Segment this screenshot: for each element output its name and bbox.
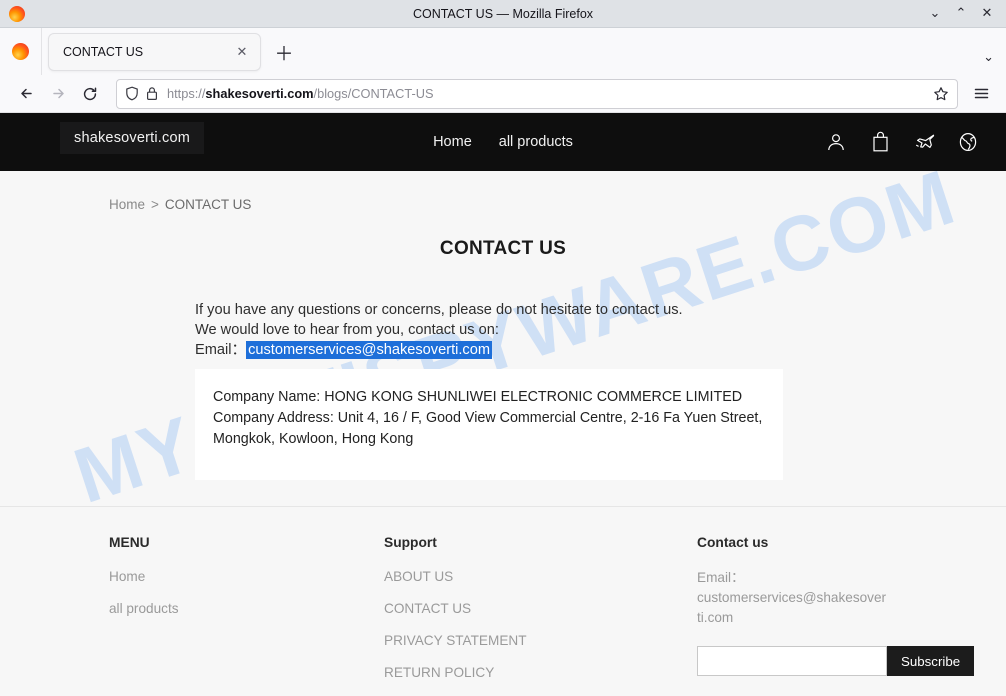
header-icon-group [824, 130, 980, 154]
company-address: Company Address: Unit 4, 16 / F, Good Vi… [213, 410, 763, 447]
account-icon[interactable] [824, 130, 848, 154]
footer-menu-heading: MENU [109, 535, 150, 550]
email-label: Email： [195, 342, 247, 358]
url-path: /blogs/CONTACT-US [313, 86, 434, 101]
contact-intro-line-2: We would love to hear from you, contact … [195, 322, 499, 338]
footer-link-privacy-statement[interactable]: PRIVACY STATEMENT [384, 633, 527, 648]
breadcrumb-current: CONTACT US [164, 197, 252, 212]
subscribe-form: Subscribe [697, 646, 975, 676]
footer-contact-heading: Contact us [697, 535, 769, 550]
tab-strip: CONTACT US ✕ ＋ ⌄ [0, 28, 1006, 75]
company-name: Company Name: HONG KONG SHUNLIWEI ELECTR… [213, 389, 743, 405]
footer-menu-list: Home all products [109, 568, 384, 618]
address-bar[interactable]: https://shakesoverti.com/blogs/CONTACT-U… [116, 78, 958, 109]
footer-support-heading: Support [384, 535, 437, 550]
lock-icon[interactable] [146, 86, 158, 101]
contact-intro-line-1: If you have any questions or concerns, p… [195, 302, 683, 318]
browser-toolbar: https://shakesoverti.com/blogs/CONTACT-U… [0, 75, 1006, 113]
url-host: shakesoverti.com [205, 86, 314, 101]
footer-column-menu: MENU Home all products [109, 535, 384, 696]
url-text[interactable]: https://shakesoverti.com/blogs/CONTACT-U… [165, 86, 926, 101]
shield-icon[interactable] [125, 86, 139, 101]
company-info-box: Company Name: HONG KONG SHUNLIWEI ELECTR… [195, 369, 783, 480]
window-controls: ⌄ ⌃ ✕ [922, 0, 1006, 28]
site-footer: MENU Home all products Support ABOUT US … [0, 506, 1006, 696]
close-window-button[interactable]: ✕ [974, 1, 1000, 27]
contact-email-line: Email： customerservices@shakesoverti.com [195, 340, 785, 360]
breadcrumb-home-link[interactable]: Home [109, 197, 145, 212]
email-address-selected[interactable]: customerservices@shakesoverti.com [246, 341, 492, 359]
list-item: CONTACT US [384, 600, 697, 618]
window-title: CONTACT US — Mozilla Firefox [412, 6, 594, 21]
breadcrumb-separator: > [151, 197, 159, 212]
reload-button[interactable] [74, 79, 106, 109]
browser-window: CONTACT US — Mozilla Firefox ⌄ ⌃ ✕ CONTA… [0, 0, 1006, 696]
list-item: PRIVACY STATEMENT [384, 632, 697, 650]
site-header: shakesoverti.com Home all products [0, 113, 1006, 171]
list-item: RETURN POLICY [384, 664, 697, 682]
url-scheme: https:// [167, 86, 206, 101]
list-item: all products [109, 600, 384, 618]
airplane-icon[interactable] [912, 130, 936, 154]
footer-column-support: Support ABOUT US CONTACT US PRIVACY STAT… [384, 535, 697, 696]
page-title: CONTACT US [439, 238, 567, 259]
application-menu-icon[interactable] [966, 79, 996, 109]
minimize-button[interactable]: ⌄ [922, 1, 948, 27]
new-tab-button[interactable]: ＋ [269, 37, 299, 67]
back-button[interactable] [10, 79, 42, 109]
footer-link-about-us[interactable]: ABOUT US [384, 569, 453, 584]
browser-tab[interactable]: CONTACT US ✕ [48, 33, 261, 71]
firefox-view-button[interactable] [0, 28, 42, 75]
nav-link-home[interactable]: Home [433, 134, 472, 150]
footer-support-list: ABOUT US CONTACT US PRIVACY STATEMENT RE… [384, 568, 697, 682]
nav-link-all-products[interactable]: all products [499, 134, 573, 150]
bookmark-star-icon[interactable] [933, 86, 949, 102]
close-tab-icon[interactable]: ✕ [232, 42, 252, 62]
breadcrumb: Home > CONTACT US [0, 171, 1006, 212]
footer-column-contact: Contact us Email：customerservices@shakes… [697, 535, 975, 696]
forward-button [42, 79, 74, 109]
tab-title: CONTACT US [63, 45, 144, 59]
footer-link-return-policy[interactable]: RETURN POLICY [384, 665, 494, 680]
globe-icon[interactable] [956, 130, 980, 154]
page-content: MYANTISPYWARE.COM Home > CONTACT US CONTAC… [0, 152, 1006, 520]
footer-link-all-products[interactable]: all products [109, 601, 179, 616]
site-navigation: Home all products [433, 134, 573, 150]
list-all-tabs-icon[interactable]: ⌄ [983, 50, 994, 65]
footer-link-home[interactable]: Home [109, 569, 145, 584]
subscribe-button[interactable]: Subscribe [887, 646, 975, 676]
window-titlebar: CONTACT US — Mozilla Firefox ⌄ ⌃ ✕ [0, 0, 1006, 28]
list-item: ABOUT US [384, 568, 697, 586]
footer-link-contact-us[interactable]: CONTACT US [384, 601, 471, 616]
list-item: Home [109, 568, 384, 586]
shopping-bag-icon[interactable] [868, 130, 892, 154]
subscribe-email-input[interactable] [697, 646, 887, 676]
firefox-logo-icon [0, 5, 28, 22]
site-logo[interactable]: shakesoverti.com [60, 122, 205, 154]
page-viewport: shakesoverti.com Home all products MYANT… [0, 113, 1006, 696]
footer-contact-email: Email：customerservices@shakesoverti.com [697, 570, 887, 625]
maximize-button[interactable]: ⌃ [948, 1, 974, 27]
contact-text-block: If you have any questions or concerns, p… [195, 300, 785, 480]
